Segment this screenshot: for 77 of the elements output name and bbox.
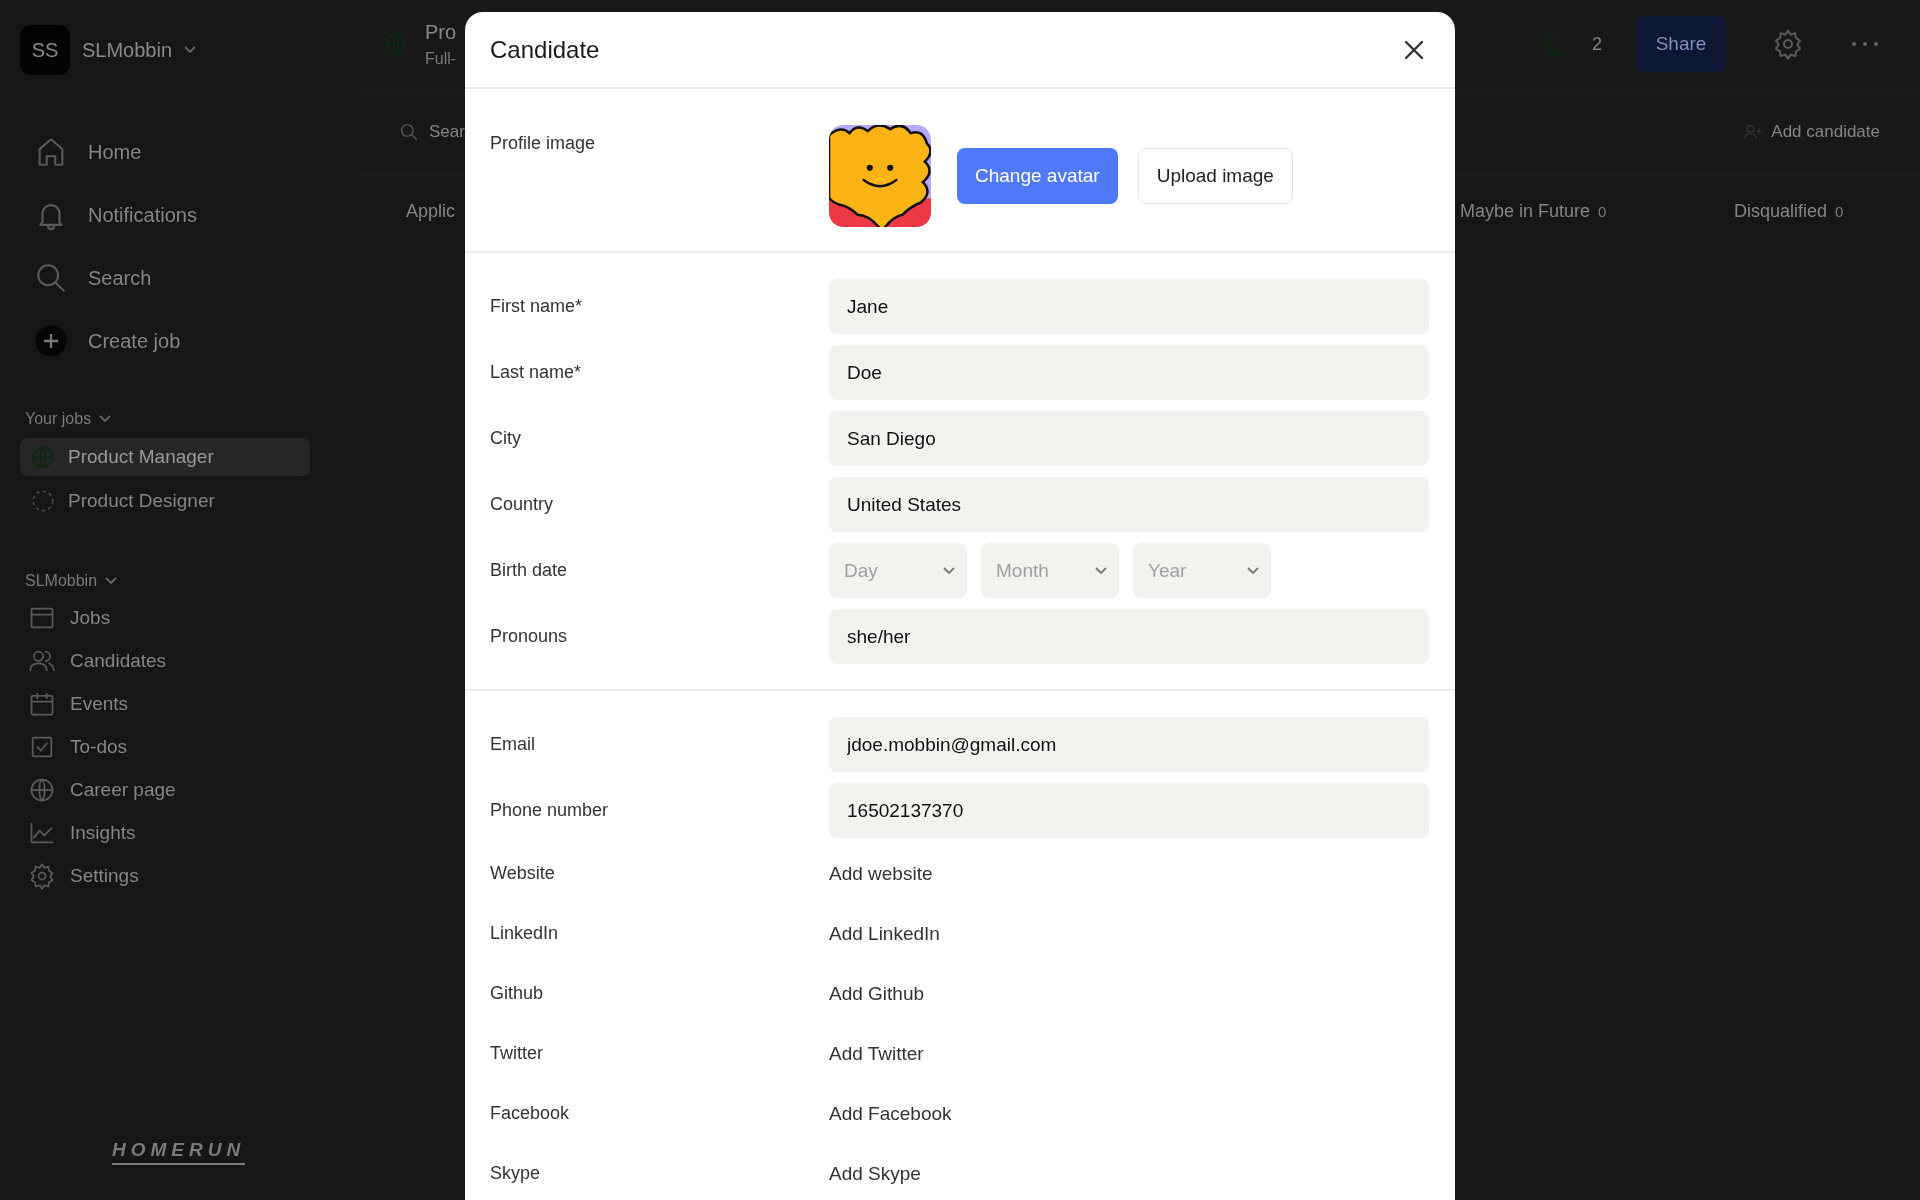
caret-icon <box>1247 566 1259 575</box>
nav-item[interactable]: Settings <box>70 865 139 887</box>
nav-item[interactable]: Create job <box>88 329 181 353</box>
input-field[interactable]: 16502137370 <box>829 783 1429 838</box>
field-label: Country <box>490 494 555 515</box>
nav-item[interactable]: Insights <box>70 822 136 844</box>
column-header: Maybe in Future <box>1460 200 1591 222</box>
add-candidate-button[interactable]: Add candidate <box>1743 122 1880 142</box>
settings-icon <box>28 862 56 890</box>
field-label: Phone number <box>490 800 610 821</box>
globe-icon <box>30 444 56 470</box>
workspace-logo[interactable]: SS <box>20 25 70 75</box>
count-label: 2 <box>1592 33 1602 55</box>
input-field[interactable]: Doe <box>829 345 1429 400</box>
input-field[interactable]: San Diego <box>829 411 1429 466</box>
add-link[interactable]: Add Skype <box>829 1162 921 1185</box>
field-label: Pronouns <box>490 626 569 647</box>
workspace-name[interactable]: SLMobbin <box>82 38 173 62</box>
field-label: City <box>490 428 522 449</box>
caret-icon <box>105 577 118 585</box>
field-label: Profile image <box>490 132 597 155</box>
more-icon[interactable] <box>1850 40 1880 48</box>
section-heading[interactable]: Your jobs <box>25 410 92 428</box>
nav-item[interactable]: Career page <box>70 779 176 801</box>
field-label: Birth date <box>490 560 569 581</box>
nav-item[interactable]: To-dos <box>70 736 128 758</box>
job-subtitle: Full- <box>425 49 457 68</box>
calendar-icon <box>28 690 56 718</box>
caret-icon <box>184 46 197 54</box>
add-link[interactable]: Add Twitter <box>829 1042 924 1065</box>
field-label: Skype <box>490 1163 542 1184</box>
add-link[interactable]: Add Github <box>829 982 925 1005</box>
input-field[interactable]: jdoe.mobbin@gmail.com <box>829 717 1429 772</box>
field-label: First name* <box>490 296 584 317</box>
nav-item[interactable]: Events <box>70 693 129 715</box>
column-count: 0 <box>1598 202 1607 220</box>
field-label: Email <box>490 734 536 755</box>
column-header: Disqualified <box>1734 200 1828 222</box>
column-count: 0 <box>1835 202 1844 220</box>
settings-icon <box>1772 28 1804 60</box>
input-field[interactable]: United States <box>829 477 1429 532</box>
caret-icon <box>99 415 112 423</box>
field-label: Twitter <box>490 1043 544 1064</box>
column-header: Applic <box>406 200 456 222</box>
search-icon <box>34 261 68 295</box>
upload-image-button[interactable]: Upload image <box>1137 148 1293 204</box>
section-heading[interactable]: SLMobbin <box>25 572 98 590</box>
input-field[interactable]: she/her <box>829 609 1429 664</box>
nav-item[interactable]: Notifications <box>88 203 197 227</box>
search-icon <box>399 122 419 142</box>
nav-item[interactable]: Candidates <box>70 650 167 672</box>
caret-icon <box>943 566 955 575</box>
dashed-circle-icon <box>30 488 56 514</box>
field-label: Github <box>490 983 545 1004</box>
field-label: Last name* <box>490 362 583 383</box>
share-button[interactable]: Share <box>1636 16 1726 72</box>
field-label: Website <box>490 863 556 884</box>
globe-icon <box>28 776 56 804</box>
field-label: Facebook <box>490 1103 571 1124</box>
search-field[interactable]: Sear <box>429 122 465 142</box>
caret-icon <box>1095 566 1107 575</box>
change-avatar-button[interactable]: Change avatar <box>957 148 1118 204</box>
input-field[interactable]: Jane <box>829 279 1429 334</box>
add-link[interactable]: Add Facebook <box>829 1102 952 1125</box>
add-link[interactable]: Add website <box>829 862 933 885</box>
add-person-icon <box>1743 122 1764 142</box>
brand-logo: HOMERUN <box>112 1139 246 1165</box>
field-label: LinkedIn <box>490 923 560 944</box>
job-item[interactable]: Product Manager <box>20 438 310 476</box>
job-item[interactable]: Product Designer <box>20 482 310 520</box>
plus-icon <box>34 324 68 358</box>
job-title: Pro <box>425 20 457 44</box>
dialog-title: Candidate <box>490 35 600 64</box>
nav-item[interactable]: Home <box>88 140 142 164</box>
nav-item[interactable]: Jobs <box>70 607 111 629</box>
add-link[interactable]: Add LinkedIn <box>829 922 940 945</box>
nav-item[interactable]: Search <box>88 266 152 290</box>
